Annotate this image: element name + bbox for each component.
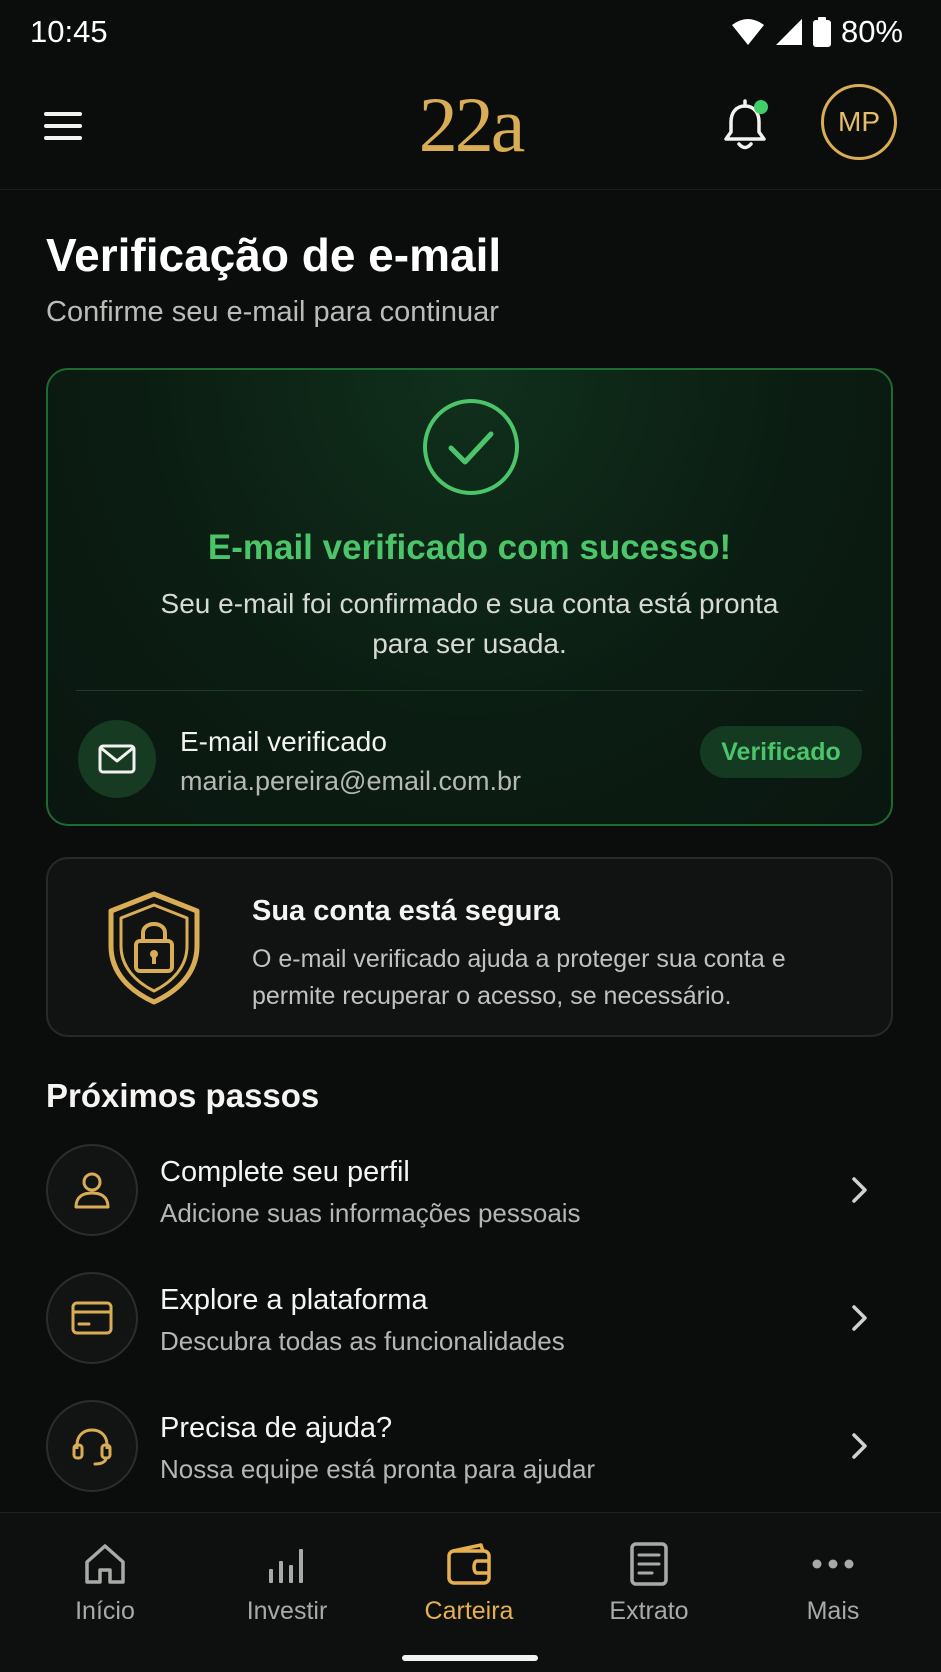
step-icon-circle bbox=[46, 1400, 138, 1492]
avatar[interactable]: MP bbox=[821, 84, 897, 160]
step-title: Precisa de ajuda? bbox=[160, 1412, 393, 1444]
email-value: maria.pereira@email.com.br bbox=[180, 766, 522, 796]
chevron-right-icon bbox=[852, 1177, 867, 1203]
nav-item-investir[interactable]: Investir bbox=[212, 1541, 362, 1626]
account-security-card: Sua conta está segura O e-mail verificad… bbox=[46, 857, 893, 1037]
app-header: 22a MP bbox=[0, 66, 941, 190]
step-icon-circle bbox=[46, 1144, 138, 1236]
nav-label: Carteira bbox=[424, 1597, 514, 1625]
status-time: 10:45 bbox=[30, 14, 108, 49]
step-subtitle: Descubra todas as funcionalidades bbox=[160, 1326, 565, 1356]
step-subtitle: Adicione suas informações pessoais bbox=[160, 1198, 581, 1228]
status-bar: 10:45 80% bbox=[0, 0, 941, 66]
signal-icon bbox=[775, 19, 802, 45]
user-icon bbox=[74, 1172, 110, 1209]
battery-percentage: 80% bbox=[840, 14, 903, 49]
shield-lock-icon bbox=[108, 891, 200, 1005]
step-explore-platform[interactable]: Explore a plataforma Descubra todas as f… bbox=[46, 1272, 893, 1366]
check-circle-icon bbox=[423, 399, 519, 495]
step-title: Complete seu perfil bbox=[160, 1156, 410, 1188]
card-icon bbox=[71, 1301, 113, 1335]
nav-item-extrato[interactable]: Extrato bbox=[574, 1541, 724, 1626]
step-subtitle: Nossa equipe está pronta para ajudar bbox=[160, 1454, 596, 1484]
status-icons: 80% bbox=[731, 14, 903, 50]
step-icon-circle bbox=[46, 1272, 138, 1364]
app-logo: 22a bbox=[418, 81, 526, 168]
chart-bars-icon bbox=[269, 1549, 303, 1583]
wallet-icon bbox=[447, 1543, 491, 1585]
battery-icon bbox=[812, 17, 831, 47]
step-title: Explore a plataforma bbox=[160, 1284, 428, 1316]
nav-label: Mais bbox=[806, 1597, 860, 1625]
verification-success-card: E-mail verificado com sucesso! Seu e-mai… bbox=[46, 368, 893, 826]
nav-item-carteira[interactable]: Carteira bbox=[394, 1541, 544, 1626]
home-indicator[interactable] bbox=[402, 1655, 538, 1661]
nav-item-inicio[interactable]: Início bbox=[30, 1541, 180, 1626]
chevron-right-icon bbox=[852, 1305, 867, 1331]
bottom-navigation: Início Investir Carteira Extrato Mais bbox=[0, 1512, 941, 1672]
mail-icon-circle bbox=[78, 720, 156, 798]
more-icon bbox=[812, 1559, 854, 1569]
home-icon bbox=[85, 1544, 125, 1584]
security-description: O e-mail verificado ajuda a proteger sua… bbox=[252, 945, 786, 1010]
wifi-icon bbox=[731, 19, 764, 45]
card-divider bbox=[76, 690, 863, 691]
success-title: E-mail verificado com sucesso! bbox=[207, 528, 732, 567]
security-title: Sua conta está segura bbox=[252, 895, 560, 927]
verified-badge: Verificado bbox=[700, 726, 862, 778]
nav-label: Início bbox=[75, 1597, 135, 1625]
headset-icon bbox=[72, 1428, 112, 1466]
nav-label: Extrato bbox=[609, 1597, 689, 1625]
notifications-button[interactable] bbox=[720, 98, 770, 154]
step-complete-profile[interactable]: Complete seu perfil Adicione suas inform… bbox=[46, 1144, 893, 1238]
email-label: E-mail verificado bbox=[180, 726, 387, 757]
step-get-help[interactable]: Precisa de ajuda? Nossa equipe está pron… bbox=[46, 1400, 893, 1494]
notification-dot bbox=[754, 100, 768, 114]
document-icon bbox=[630, 1542, 668, 1586]
nav-label: Investir bbox=[246, 1597, 328, 1625]
page-title: Verificação de e-mail bbox=[46, 229, 502, 281]
next-steps-title: Próximos passos bbox=[46, 1077, 320, 1114]
nav-item-mais[interactable]: Mais bbox=[758, 1541, 908, 1626]
mail-icon bbox=[98, 744, 136, 774]
chevron-right-icon bbox=[852, 1433, 867, 1459]
success-description: Seu e-mail foi confirmado e sua conta es… bbox=[160, 588, 779, 659]
page-subtitle: Confirme seu e-mail para continuar bbox=[46, 296, 499, 328]
